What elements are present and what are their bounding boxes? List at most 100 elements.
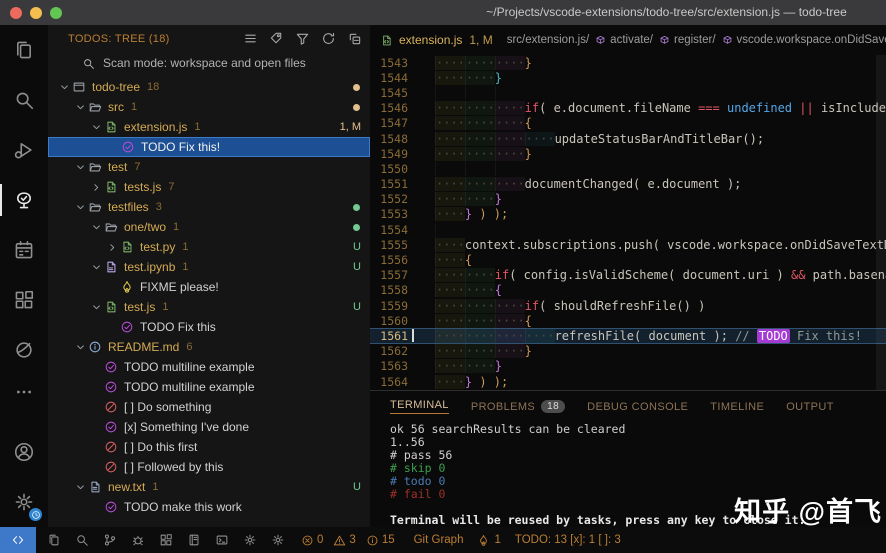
tree-item-test-js[interactable]: test.js1U (48, 297, 370, 317)
chevron-right-icon[interactable] (88, 181, 104, 194)
tree-item-new-txt[interactable]: new.txt1U (48, 477, 370, 497)
tree-item-todo-multiline-example[interactable]: TODO multiline example (48, 377, 370, 397)
refresh-icon[interactable] (321, 31, 336, 46)
panel-tab-terminal[interactable]: TERMINAL (390, 399, 449, 414)
code-line-1544[interactable]: 1544········} (370, 70, 886, 85)
tree-item-readme-md[interactable]: README.md6 (48, 337, 370, 357)
status-item-todo-13-x-1-3[interactable]: TODO: 13 [x]: 1 [ ]: 3 (515, 534, 621, 546)
chevron-down-icon[interactable] (88, 221, 104, 234)
minimize-window-button[interactable] (30, 7, 42, 19)
chevron-down-icon[interactable] (72, 341, 88, 354)
tree-item-test-py[interactable]: test.py1U (48, 237, 370, 257)
debug-icon[interactable] (131, 533, 145, 547)
activity-account[interactable] (0, 427, 48, 477)
gear-icon[interactable] (243, 533, 257, 547)
code-line-1560[interactable]: 1560············{ (370, 313, 886, 328)
chevron-down-icon[interactable] (88, 121, 104, 134)
chevron-down-icon[interactable] (72, 101, 88, 114)
code-line-1559[interactable]: 1559············if( shouldRefreshFile() … (370, 298, 886, 313)
activity-calendar[interactable] (0, 225, 48, 275)
code-line-1545[interactable]: 1545············ (370, 85, 886, 100)
code-line-1548[interactable]: 1548················updateStatusBarAndTi… (370, 131, 886, 146)
tree-item-src[interactable]: src1 (48, 97, 370, 117)
tree-item-testfiles[interactable]: testfiles3 (48, 197, 370, 217)
search-icon[interactable] (75, 533, 89, 547)
editor-tab-row[interactable]: extension.js 1, M src/extension.js/activ… (370, 25, 886, 55)
code-line-1556[interactable]: 1556····{ (370, 252, 886, 267)
remote-indicator[interactable] (0, 527, 36, 553)
tree-item-do-this-first[interactable]: [ ] Do this first (48, 437, 370, 457)
panel-tab-output[interactable]: OUTPUT (786, 401, 834, 413)
code-line-1555[interactable]: 1555····context.subscriptions.push( vsco… (370, 237, 886, 252)
code-line-1551[interactable]: 1551············documentChanged( e.docum… (370, 177, 886, 192)
extensions-icon[interactable] (159, 533, 173, 547)
code-line-1554[interactable]: 1554···· (370, 222, 886, 237)
tree-item-todo-tree[interactable]: todo-tree18 (48, 77, 370, 97)
list-flat-icon[interactable] (243, 31, 258, 46)
tree-item-test-ipynb[interactable]: test.ipynb1U (48, 257, 370, 277)
gear-2-icon[interactable] (271, 533, 285, 547)
tree-item-tests-js[interactable]: tests.js7 (48, 177, 370, 197)
code-line-1550[interactable]: 1550············ (370, 161, 886, 176)
tree-item-test[interactable]: test7 (48, 157, 370, 177)
tree-item-extension-js[interactable]: extension.js11, M (48, 117, 370, 137)
activity-search[interactable] (0, 75, 48, 125)
chevron-down-icon[interactable] (56, 81, 72, 94)
chevron-down-icon[interactable] (88, 301, 104, 314)
code-line-1552[interactable]: 1552········} (370, 192, 886, 207)
notebook-icon[interactable] (187, 533, 201, 547)
code-line-1561[interactable]: 1561················refreshFile( documen… (370, 328, 886, 343)
code-line-1549[interactable]: 1549············} (370, 146, 886, 161)
breadcrumb-segment[interactable]: register/ (674, 34, 716, 46)
activity-files[interactable] (0, 25, 48, 75)
code-line-1553[interactable]: 1553····} ) ); (370, 207, 886, 222)
terminal-icon[interactable] (215, 533, 229, 547)
tree-item-followed-by-this[interactable]: [ ] Followed by this (48, 457, 370, 477)
tree-item-todo-fix-this[interactable]: TODO Fix this! (48, 137, 370, 157)
chevron-down-icon[interactable] (72, 161, 88, 174)
close-window-button[interactable] (10, 7, 22, 19)
breadcrumb-segment[interactable]: src/extension.js/ (507, 34, 589, 46)
tag-icon[interactable] (269, 31, 284, 46)
files-icon[interactable] (47, 533, 61, 547)
problems-summary[interactable]: 0315 (301, 534, 400, 547)
chevron-down-icon[interactable] (72, 201, 88, 214)
tab-filename[interactable]: extension.js (399, 33, 462, 47)
code-line-1546[interactable]: 1546············if( e.document.fileName … (370, 101, 886, 116)
zoom-window-button[interactable] (50, 7, 62, 19)
status-item-git-graph[interactable]: Git Graph (414, 534, 464, 546)
activity-gear[interactable] (0, 477, 48, 527)
chevron-down-icon[interactable] (88, 261, 104, 274)
breadcrumb-segment[interactable]: vscode.workspace.onDidSaveTe (737, 34, 886, 46)
tree-item-todo-fix-this[interactable]: TODO Fix this (48, 317, 370, 337)
activity-ellipsis[interactable] (0, 375, 48, 409)
breadcrumb-segment[interactable]: activate/ (610, 34, 653, 46)
filter-icon[interactable] (295, 31, 310, 46)
tree-item-todo-make-this-work[interactable]: TODO make this work (48, 497, 370, 517)
code-line-1543[interactable]: 1543············} (370, 55, 886, 70)
tree-item-x-something-i-ve-done[interactable]: [x] Something I've done (48, 417, 370, 437)
panel-tab-debug-console[interactable]: DEBUG CONSOLE (587, 401, 688, 413)
code-editor[interactable]: 1543············}1544········}1545······… (370, 55, 886, 391)
code-line-1564[interactable]: 1564····} ) ); (370, 374, 886, 389)
git-branch-icon[interactable] (103, 533, 117, 547)
panel-tab-problems[interactable]: PROBLEMS18 (471, 400, 565, 413)
activity-run[interactable] (0, 125, 48, 175)
code-line-1558[interactable]: 1558········{ (370, 283, 886, 298)
activity-extensions[interactable] (0, 275, 48, 325)
activity-tree[interactable] (0, 175, 48, 225)
tree-item-one-two[interactable]: one/two1 (48, 217, 370, 237)
chevron-right-icon[interactable] (104, 241, 120, 254)
code-line-1562[interactable]: 1562············} (370, 344, 886, 359)
tree-item-todo-multiline-example[interactable]: TODO multiline example (48, 357, 370, 377)
tree-item-do-something[interactable]: [ ] Do something (48, 397, 370, 417)
code-line-1557[interactable]: 1557········if( config.isValidScheme( do… (370, 268, 886, 283)
panel-tab-timeline[interactable]: TIMELINE (710, 401, 764, 413)
code-line-1563[interactable]: 1563········} (370, 359, 886, 374)
code-line-1547[interactable]: 1547············{ (370, 116, 886, 131)
collapse-all-icon[interactable] (347, 31, 362, 46)
tree-item-fixme-please[interactable]: FIXME please! (48, 277, 370, 297)
status-item-1[interactable]: 1 (477, 534, 500, 547)
activity-planet[interactable] (0, 325, 48, 375)
chevron-down-icon[interactable] (72, 481, 88, 494)
